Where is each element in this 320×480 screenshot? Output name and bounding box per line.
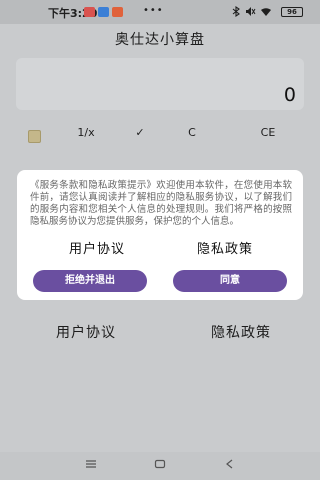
- reciprocal-key[interactable]: 1/x: [56, 126, 116, 139]
- privacy-policy-link[interactable]: 隐私政策: [211, 322, 271, 342]
- dialog-user-agreement-link[interactable]: 用户协议: [69, 238, 125, 257]
- clear-entry-key[interactable]: CE: [238, 126, 298, 139]
- dialog-privacy-policy-link[interactable]: 隐私政策: [197, 238, 253, 257]
- wifi-icon: [261, 7, 271, 16]
- clear-key[interactable]: C: [162, 126, 222, 139]
- back-icon[interactable]: [220, 457, 240, 475]
- mute-icon: [246, 7, 256, 16]
- notification-icons: [84, 7, 123, 17]
- sqrt-key[interactable]: ✓: [110, 126, 170, 139]
- more-notifications-dots: •••: [143, 5, 164, 16]
- display-value: 0: [283, 84, 296, 106]
- app-notification-icon: [112, 7, 123, 17]
- footer-links: 用户协议 隐私政策: [0, 322, 320, 346]
- dialog-links: 用户协议 隐私政策: [17, 238, 303, 258]
- reject-and-exit-button[interactable]: 拒绝并退出: [33, 270, 147, 292]
- calculator-display: 0: [16, 58, 304, 110]
- status-bar: 下午3:20 ••• 96: [0, 0, 320, 24]
- app-notification-icon: [98, 7, 109, 17]
- dialog-message: 《服务条款和隐私政策提示》欢迎使用本软件，在您使用本软件前，请您认真阅读并了解相…: [30, 180, 292, 227]
- agree-button[interactable]: 同意: [173, 270, 287, 292]
- system-icons: [232, 6, 272, 17]
- user-agreement-link[interactable]: 用户协议: [56, 322, 116, 342]
- home-icon[interactable]: [150, 457, 170, 475]
- app-title: 奥仕达小算盘: [115, 32, 205, 48]
- menu-icon[interactable]: [81, 457, 101, 475]
- battery-icon: 96: [281, 7, 303, 17]
- app-notification-icon: [84, 7, 95, 17]
- privacy-dialog: 《服务条款和隐私政策提示》欢迎使用本软件，在您使用本软件前，请您认真阅读并了解相…: [17, 170, 303, 300]
- bluetooth-icon: [232, 6, 240, 17]
- system-nav-bar: [0, 452, 320, 480]
- function-key-row: 1/x ✓ C CE: [0, 126, 320, 146]
